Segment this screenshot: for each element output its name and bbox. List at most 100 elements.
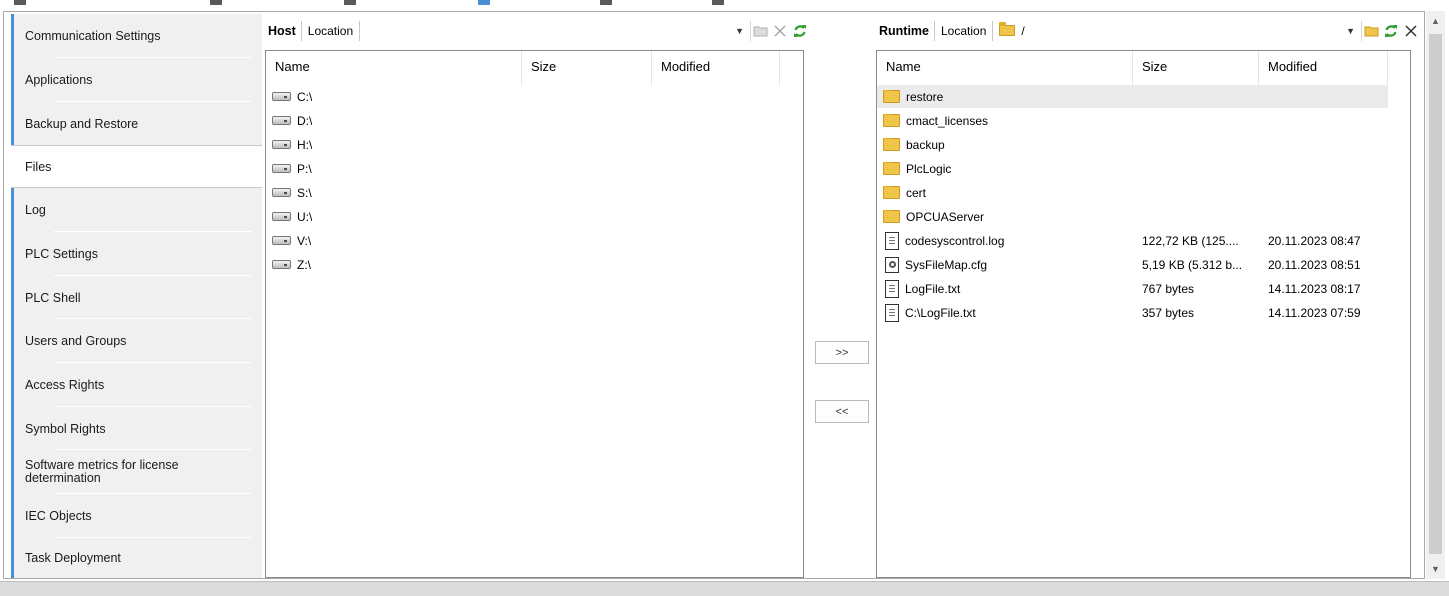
table-row[interactable]: C:\LogFile.txt 357 bytes 14.11.2023 07:5…: [877, 301, 1388, 324]
sidebar-item-plc-settings[interactable]: PLC Settings: [14, 232, 262, 276]
sidebar-item-communication-settings[interactable]: Communication Settings: [14, 14, 262, 58]
host-col-name[interactable]: Name: [266, 51, 522, 85]
sidebar-item-software-metrics[interactable]: Software metrics for license determinati…: [14, 450, 262, 494]
drive-icon: [272, 260, 291, 269]
sidebar-item-plc-shell[interactable]: PLC Shell: [14, 276, 262, 319]
vertical-scrollbar[interactable]: ▲ ▼: [1426, 11, 1445, 579]
sidebar-item-label: Log: [25, 203, 46, 217]
sidebar-item-label: Symbol Rights: [25, 421, 106, 436]
drive-icon: [272, 212, 291, 221]
copy-to-runtime-button[interactable]: >>: [815, 341, 869, 364]
file-modified: 14.11.2023 07:59: [1268, 305, 1361, 320]
drive-name: S:\: [297, 185, 312, 200]
file-name: PlcLogic: [906, 161, 952, 176]
drive-name: D:\: [297, 113, 313, 128]
table-row[interactable]: codesyscontrol.log 122,72 KB (125.... 20…: [877, 229, 1388, 252]
runtime-col-name[interactable]: Name: [877, 51, 1133, 85]
config-file-icon: [885, 256, 899, 273]
sidebar-item-task-deployment[interactable]: Task Deployment: [14, 538, 262, 578]
table-row[interactable]: V:\: [266, 229, 311, 252]
file-modified: 20.11.2023 08:47: [1268, 233, 1361, 248]
sidebar-item-files[interactable]: Files: [11, 145, 262, 188]
table-row[interactable]: cert: [877, 181, 1133, 204]
runtime-file-list[interactable]: Name Size Modified restore cmact_license…: [876, 50, 1411, 578]
host-col-modified[interactable]: Modified: [652, 51, 780, 85]
table-row[interactable]: restore: [877, 85, 1388, 108]
sidebar-item-symbol-rights[interactable]: Symbol Rights: [14, 407, 262, 450]
table-row[interactable]: H:\: [266, 133, 312, 156]
drive-name: U:\: [297, 209, 313, 224]
host-title: Host: [268, 23, 296, 38]
sidebar-item-label: IEC Objects: [25, 509, 92, 523]
delete-icon[interactable]: [1401, 21, 1421, 41]
host-location-label: Location: [300, 20, 361, 41]
sidebar-item-label: PLC Settings: [25, 247, 98, 261]
folder-icon: [883, 137, 900, 151]
file-name: restore: [906, 89, 944, 104]
delete-icon[interactable]: [770, 21, 790, 41]
sidebar-item-label: Users and Groups: [25, 334, 127, 348]
table-row[interactable]: OPCUAServer: [877, 205, 1133, 228]
scroll-up-icon[interactable]: ▲: [1426, 13, 1445, 29]
runtime-col-size[interactable]: Size: [1133, 51, 1259, 85]
drive-icon: [272, 116, 291, 125]
sidebar-item-label: Task Deployment: [25, 551, 121, 565]
drive-icon: [272, 188, 291, 197]
table-row[interactable]: D:\: [266, 109, 312, 132]
host-header: Host Location ▼: [265, 17, 810, 44]
sidebar-item-users-and-groups[interactable]: Users and Groups: [14, 319, 262, 363]
scrollbar-thumb[interactable]: [1429, 34, 1442, 554]
sidebar-item-backup-and-restore[interactable]: Backup and Restore: [14, 102, 262, 145]
refresh-icon[interactable]: [1381, 21, 1401, 41]
runtime-col-modified[interactable]: Modified: [1259, 51, 1388, 85]
runtime-location-label: Location: [934, 20, 994, 41]
scroll-down-icon[interactable]: ▼: [1426, 561, 1445, 577]
text-file-icon: [885, 231, 899, 250]
file-name: cert: [906, 185, 927, 200]
device-sidebar: Communication Settings Applications Back…: [11, 14, 262, 578]
sidebar-item-applications[interactable]: Applications: [14, 58, 262, 102]
sidebar-item-label: Backup and Restore: [25, 116, 139, 131]
table-row[interactable]: cmact_licenses: [877, 109, 1133, 132]
new-folder-icon[interactable]: [1361, 20, 1381, 41]
folder-icon: [999, 22, 1016, 36]
folder-icon: [883, 113, 900, 127]
refresh-icon[interactable]: [790, 21, 810, 41]
file-name: backup: [906, 137, 945, 152]
table-row[interactable]: LogFile.txt 767 bytes 14.11.2023 08:17: [877, 277, 1388, 300]
new-folder-icon[interactable]: [750, 20, 770, 41]
table-row[interactable]: PlcLogic: [877, 157, 1133, 180]
table-row[interactable]: U:\: [266, 205, 312, 228]
file-size: 5,19 KB (5.312 b...: [1142, 257, 1243, 272]
folder-icon: [883, 161, 900, 175]
sidebar-item-access-rights[interactable]: Access Rights: [14, 363, 262, 407]
status-strip: [0, 581, 1449, 596]
text-file-icon: [885, 279, 899, 298]
host-file-list[interactable]: Name Size Modified C:\ D:\ H:\ P:\ S:\ U…: [265, 50, 804, 578]
file-name: LogFile.txt: [905, 281, 961, 296]
file-name: C:\LogFile.txt: [905, 305, 976, 320]
folder-icon: [883, 185, 900, 199]
file-name: cmact_licenses: [906, 113, 989, 128]
sidebar-item-iec-objects[interactable]: IEC Objects: [14, 494, 262, 538]
top-tab-strip: [0, 0, 1449, 10]
host-col-size[interactable]: Size: [522, 51, 652, 85]
table-row[interactable]: SysFileMap.cfg 5,19 KB (5.312 b... 20.11…: [877, 253, 1388, 276]
sidebar-item-label: Software metrics for license determinati…: [25, 458, 179, 485]
table-row[interactable]: Z:\: [266, 253, 311, 276]
table-row[interactable]: C:\: [266, 85, 312, 108]
table-row[interactable]: P:\: [266, 157, 312, 180]
folder-icon: [883, 89, 900, 103]
runtime-location-input[interactable]: /: [993, 22, 1346, 38]
host-list-header: Name Size Modified: [266, 51, 780, 85]
sidebar-item-label: Communication Settings: [25, 29, 161, 43]
drive-icon: [272, 140, 291, 149]
sidebar-item-log[interactable]: Log: [14, 188, 262, 232]
table-row[interactable]: S:\: [266, 181, 312, 204]
chevron-down-icon[interactable]: ▼: [1346, 26, 1361, 36]
table-row[interactable]: backup: [877, 133, 1133, 156]
copy-to-host-button[interactable]: <<: [815, 400, 869, 423]
chevron-down-icon[interactable]: ▼: [735, 26, 750, 36]
runtime-list-header: Name Size Modified: [877, 51, 1388, 85]
runtime-header: Runtime Location / ▼: [876, 17, 1421, 44]
